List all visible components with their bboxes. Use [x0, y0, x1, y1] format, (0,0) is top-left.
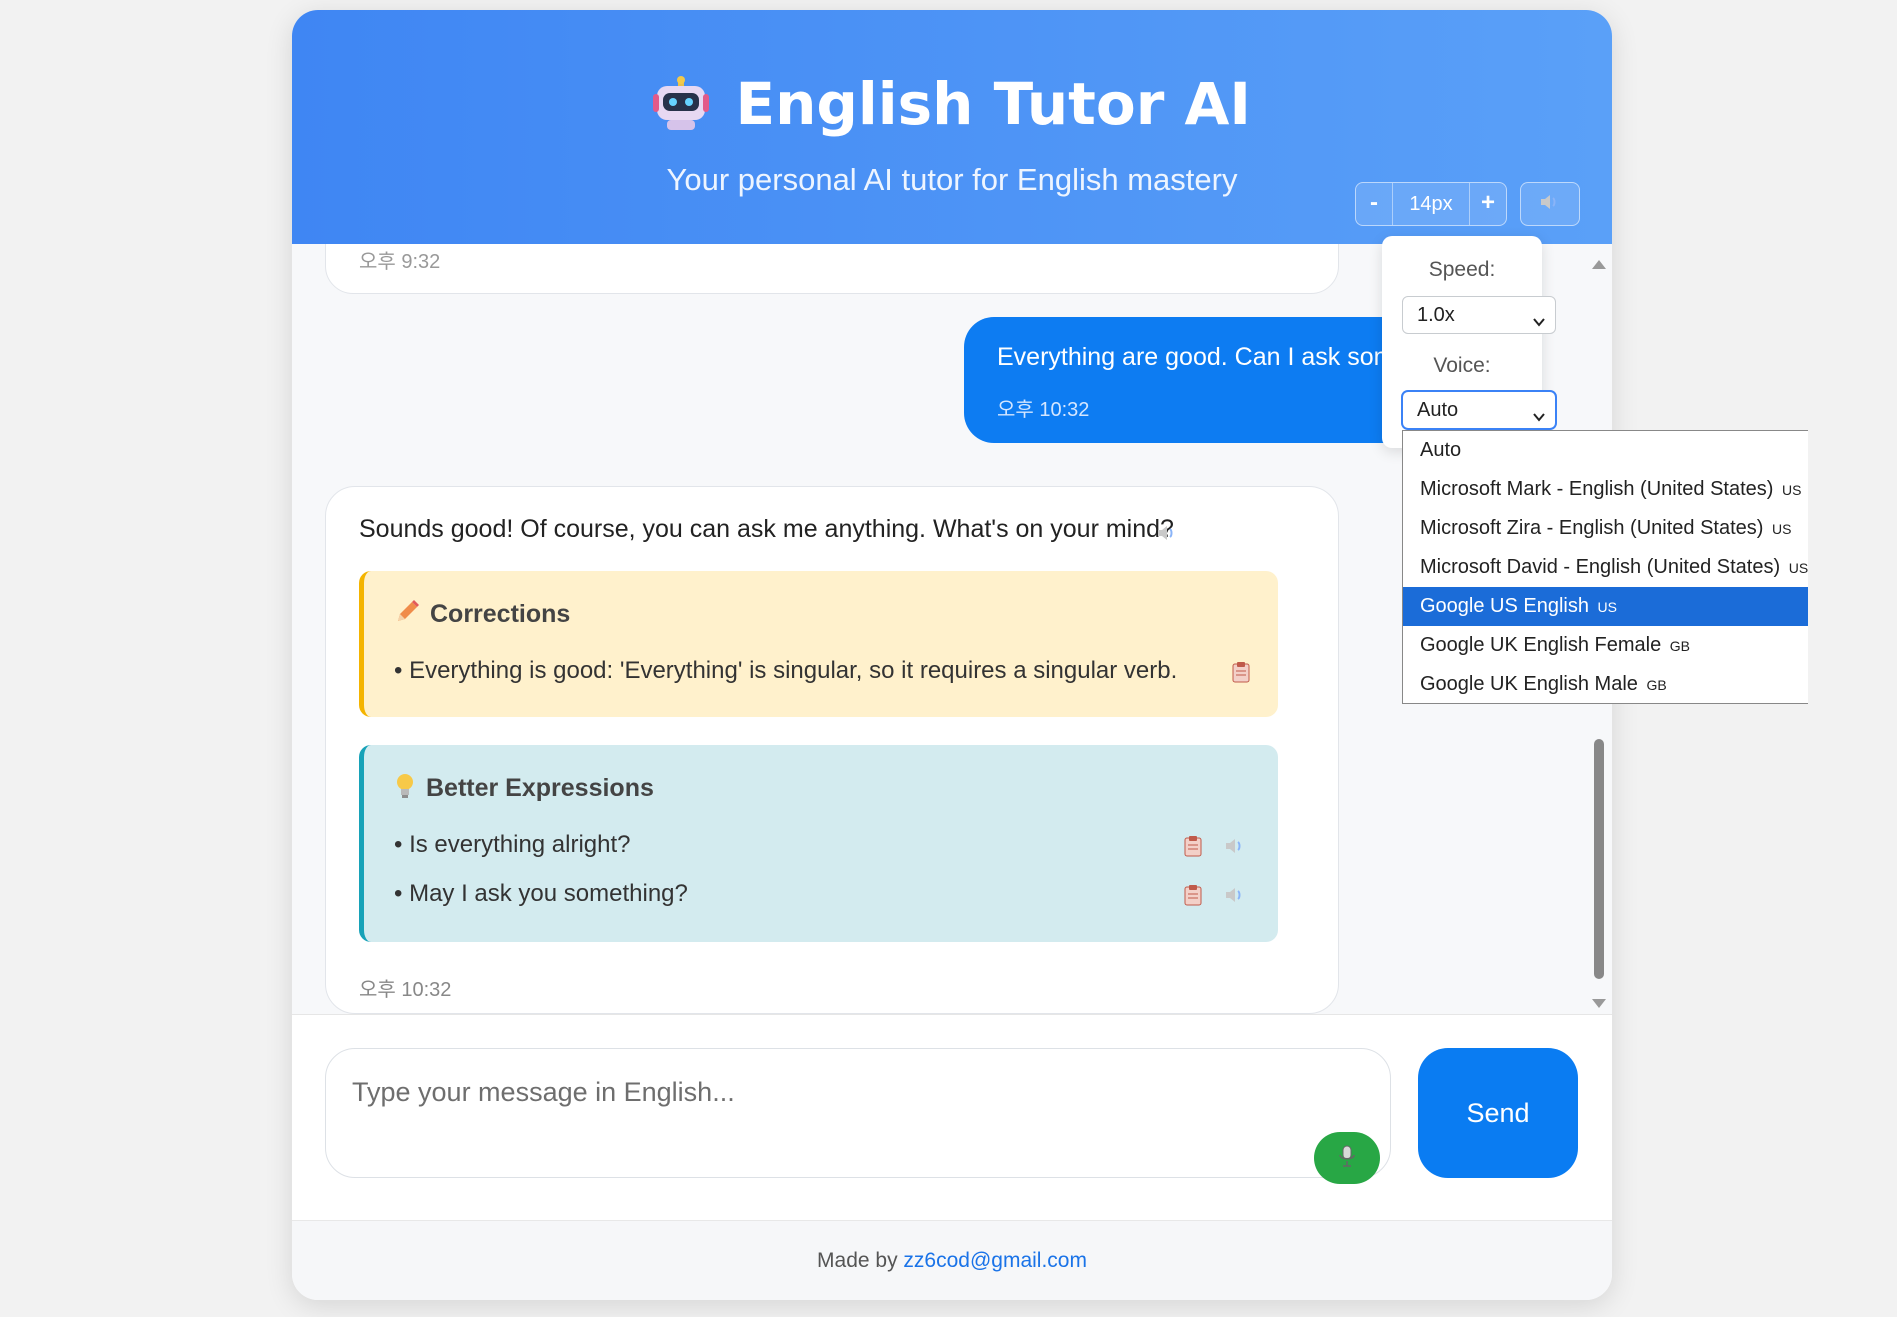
microphone-button[interactable] [1314, 1132, 1380, 1184]
font-size-control: - 14px + [1355, 182, 1507, 226]
speed-label: Speed: [1428, 258, 1496, 281]
voice-option[interactable]: Auto [1403, 431, 1808, 470]
ai-message-text: Sounds good! Of course, you can ask me a… [359, 515, 1174, 543]
message-time: 오후 9:32 [359, 251, 441, 273]
message-time: 오후 10:32 [997, 399, 1090, 421]
microphone-icon [1338, 1144, 1356, 1173]
voice-label: Voice: [1433, 354, 1491, 377]
chevron-down-icon [1531, 306, 1547, 342]
voice-select[interactable]: Auto [1402, 391, 1556, 429]
font-increase-button[interactable]: + [1470, 183, 1506, 225]
robot-icon [653, 76, 710, 132]
better-expressions-title-text: Better Expressions [426, 774, 654, 803]
input-area: Send [292, 1014, 1612, 1231]
clipboard-icon[interactable] [1184, 835, 1202, 862]
message-time: 오후 10:32 [359, 979, 452, 1001]
voice-option[interactable]: Google UK English Male GB [1403, 665, 1808, 703]
pencil-icon [394, 599, 420, 632]
send-button[interactable]: Send [1418, 1048, 1578, 1178]
speaker-icon[interactable] [1156, 523, 1178, 548]
speed-select[interactable]: 1.0x [1402, 296, 1556, 334]
ai-message: Sounds good! Of course, you can ask me a… [325, 486, 1339, 1014]
scrollbar-thumb[interactable] [1594, 739, 1604, 979]
voice-dropdown-list: Auto Microsoft Mark - English (United St… [1402, 430, 1808, 704]
correction-item: • Everything is good: 'Everything' is si… [394, 657, 1178, 684]
message-input[interactable] [325, 1048, 1391, 1178]
corrections-title: Corrections [394, 599, 570, 632]
user-message-text: Everything are good. Can I ask some [997, 343, 1409, 371]
header: English Tutor AI Your personal AI tutor … [292, 10, 1612, 244]
better-expression-item: • Is everything alright? [394, 831, 631, 858]
voice-select-value: Auto [1417, 399, 1459, 421]
corrections-box: Corrections • Everything is good: 'Every… [359, 571, 1278, 717]
voice-option[interactable]: Google UK English Female GB [1403, 626, 1808, 665]
voice-option[interactable]: Microsoft David - English (United States… [1403, 548, 1808, 587]
font-size-value: 14px [1392, 183, 1470, 225]
speaker-icon [1539, 192, 1561, 217]
voice-option-highlighted[interactable]: Google US English US [1403, 587, 1808, 626]
voice-option[interactable]: Microsoft Mark - English (United States)… [1403, 470, 1808, 509]
footer-made-by: Made by [817, 1249, 904, 1272]
scroll-up-arrow[interactable] [1592, 260, 1606, 269]
previous-ai-message: 오후 9:32 [325, 244, 1339, 294]
corrections-title-text: Corrections [430, 600, 571, 629]
clipboard-icon[interactable] [1184, 884, 1202, 911]
voice-option[interactable]: Microsoft Zira - English (United States)… [1403, 509, 1808, 548]
speaker-icon[interactable] [1224, 836, 1246, 861]
lightbulb-icon [394, 773, 416, 806]
footer: Made by zz6cod@gmail.com [292, 1220, 1612, 1300]
font-decrease-button[interactable]: - [1356, 183, 1392, 225]
better-expressions-box: Better Expressions • Is everything alrig… [359, 745, 1278, 942]
better-expressions-title: Better Expressions [394, 773, 654, 806]
speed-select-value: 1.0x [1417, 304, 1455, 326]
clipboard-icon[interactable] [1232, 661, 1250, 688]
title-row: English Tutor AI [292, 70, 1612, 138]
better-expression-item: • May I ask you something? [394, 880, 688, 907]
footer-email-link[interactable]: zz6cod@gmail.com [903, 1249, 1087, 1272]
speaker-icon[interactable] [1224, 885, 1246, 910]
app-title: English Tutor AI [735, 70, 1251, 138]
tts-settings-panel: Speed: 1.0x Voice: Auto [1382, 236, 1556, 448]
scroll-down-arrow[interactable] [1592, 999, 1606, 1008]
tts-settings-button[interactable] [1520, 182, 1580, 226]
